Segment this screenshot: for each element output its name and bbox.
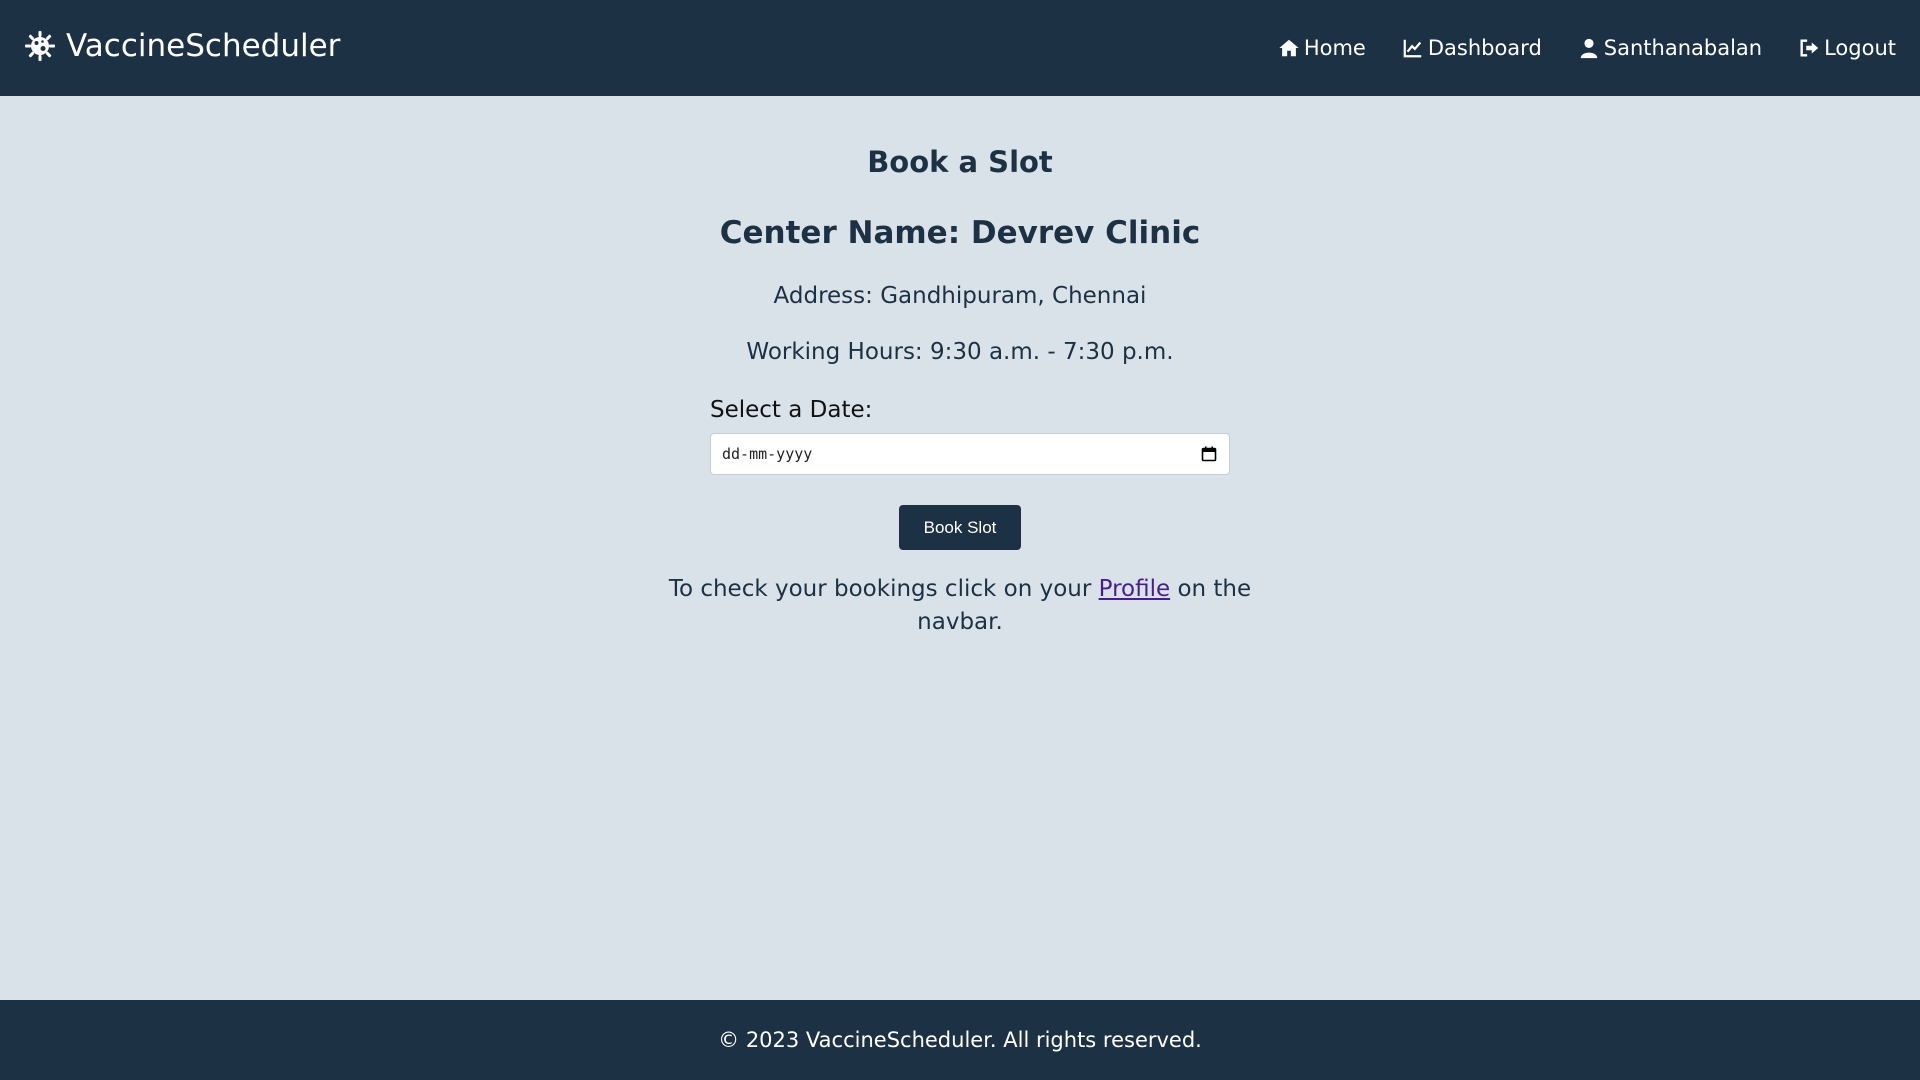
main-content: Book a Slot Center Name: Devrev Clinic A…	[0, 96, 1920, 1000]
brand-name: VaccineScheduler	[66, 28, 341, 64]
date-input[interactable]: dd-mm-yyyy	[710, 433, 1230, 475]
footer-copyright: © 2023 VaccineScheduler. All rights rese…	[718, 1028, 1202, 1052]
center-name: Center Name: Devrev Clinic	[719, 215, 1201, 251]
logout-icon	[1800, 39, 1819, 57]
page-title: Book a Slot	[867, 145, 1053, 179]
bookings-note: To check your bookings click on your Pro…	[660, 573, 1260, 639]
nav-links: Home Dashboard Santhanabalan Logout	[1242, 32, 1896, 64]
nav-home-label: Home	[1303, 36, 1366, 60]
date-placeholder: dd-mm-yyyy	[722, 445, 813, 463]
book-slot-button[interactable]: Book Slot	[899, 505, 1021, 550]
note-prefix: To check your bookings click on your	[668, 576, 1099, 602]
home-icon	[1279, 39, 1299, 57]
nav-profile-label: Santhanabalan	[1603, 36, 1763, 60]
chart-line-icon	[1403, 39, 1422, 58]
virus-icon	[25, 31, 55, 61]
footer: © 2023 VaccineScheduler. All rights rese…	[0, 1000, 1920, 1080]
navbar: VaccineScheduler Home Dashboard Santhana…	[0, 0, 1920, 96]
nav-dashboard[interactable]: Dashboard	[1402, 32, 1542, 64]
center-address: Address: Gandhipuram, Chennai	[773, 283, 1147, 309]
profile-link[interactable]: Profile	[1099, 576, 1171, 602]
brand-link[interactable]: VaccineScheduler	[24, 26, 340, 66]
date-label: Select a Date:	[710, 397, 873, 423]
nav-logout-label: Logout	[1824, 36, 1896, 60]
nav-logout[interactable]: Logout	[1798, 32, 1896, 64]
nav-home[interactable]: Home	[1278, 32, 1366, 64]
calendar-icon[interactable]	[1201, 446, 1217, 462]
working-hours: Working Hours: 9:30 a.m. - 7:30 p.m.	[746, 339, 1174, 365]
user-icon	[1580, 38, 1598, 59]
booking-form: Select a Date: dd-mm-yyyy	[710, 395, 1232, 475]
nav-profile[interactable]: Santhanabalan	[1578, 32, 1762, 64]
nav-dashboard-label: Dashboard	[1427, 36, 1542, 60]
